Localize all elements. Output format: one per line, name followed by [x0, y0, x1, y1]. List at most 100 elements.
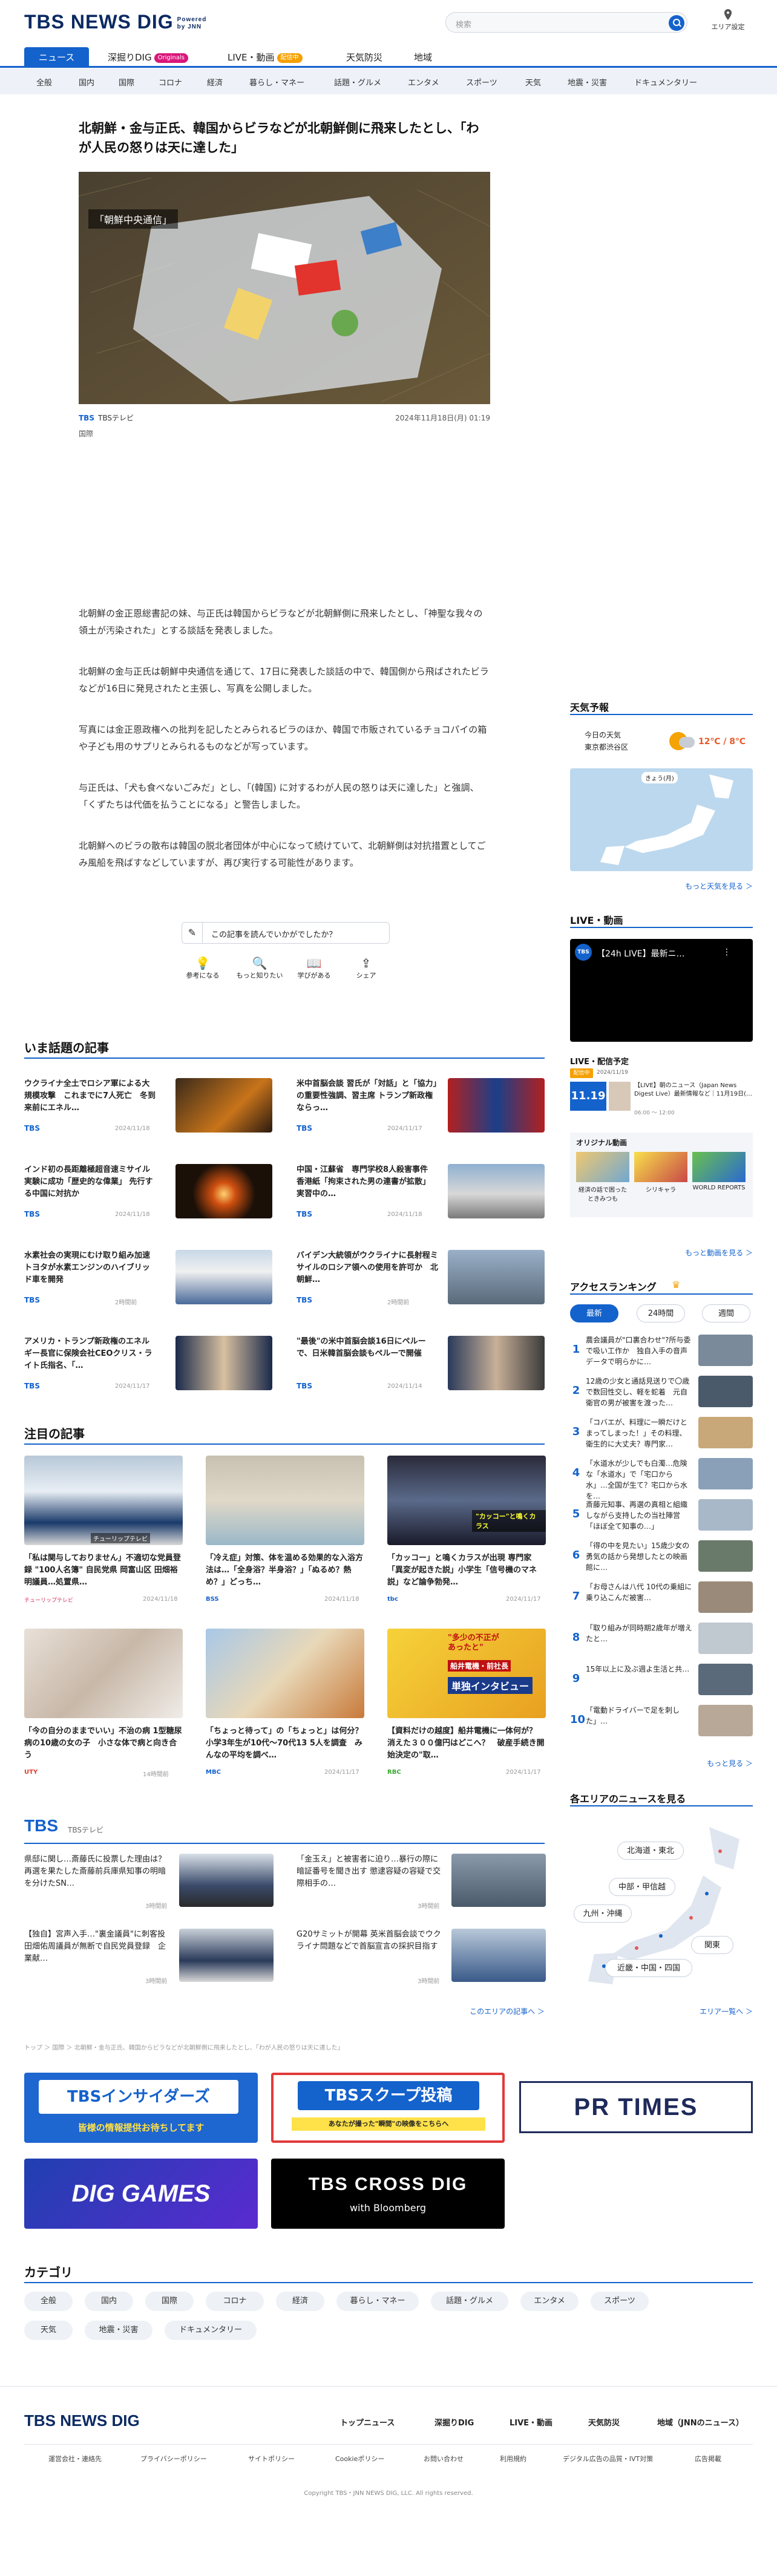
area-settings-button[interactable]: エリア設定 — [707, 8, 749, 31]
footer-sublink[interactable]: プライバシーポリシー — [140, 2454, 207, 2463]
subnav-item[interactable]: 暮らし・マネー — [249, 76, 304, 88]
original-video-item[interactable]: 経済の話で困ったときみつも — [576, 1152, 629, 1203]
footer-logo[interactable]: TBS NEWS DIG — [24, 2411, 140, 2430]
featured-item[interactable]: "カッコー"と鳴くカラス 「カッコー」と鳴くカラスが出現 専門家「異変が起きた説… — [387, 1456, 546, 1607]
prtimes-banner[interactable]: PR TIMES — [519, 2081, 753, 2133]
category-chip[interactable]: 国際 — [145, 2292, 194, 2311]
weather-more-link[interactable]: もっと天気を見る ＞ — [629, 881, 753, 891]
article-category[interactable]: 国際 — [79, 428, 93, 439]
trending-item[interactable]: アメリカ・トランプ新政権のエネルギー長官に保険会社CEOクリス・ライト氏指名、「… — [24, 1336, 278, 1394]
category-chip[interactable]: コロナ — [206, 2292, 264, 2311]
schedule-item[interactable]: 11.19 【LIVE】朝のニュース（Japan News Digest Liv… — [570, 1082, 753, 1118]
ranking-item[interactable]: 5 斎藤元知事、再選の真相と組織しながら支持したの当社陣営「ほぼ全て知事の…」 — [570, 1499, 753, 1535]
tbs-more-link[interactable]: このエリアの記事へ ＞ — [424, 2006, 545, 2016]
ranking-tab-24h[interactable]: 24時間 — [637, 1304, 685, 1322]
nav-weather[interactable]: 天気防災 — [346, 47, 382, 68]
footer-sublink[interactable]: 運営会社・連絡先 — [48, 2454, 102, 2463]
region-kyushu[interactable]: 九州・沖縄 — [574, 1904, 632, 1923]
category-chip[interactable]: ドキュメンタリー — [165, 2321, 257, 2340]
feedback-learn-button[interactable]: 📖 学びがある — [293, 956, 335, 980]
featured-item[interactable]: 「今の自分のままでいい」不治の病 1型糖尿病の10歳の女の子 小さな体で病と向き… — [24, 1629, 183, 1780]
ranking-tab-weekly[interactable]: 週間 — [702, 1304, 750, 1322]
category-chip[interactable]: 経済 — [276, 2292, 324, 2311]
feedback-useful-button[interactable]: 💡 参考になる — [182, 956, 224, 980]
crossdig-banner[interactable]: TBS CROSS DIG with Bloomberg — [271, 2159, 505, 2229]
ranking-item[interactable]: 3 「コバエが、料理に一瞬だけとまってしまった！」その料理、衛生的に大丈夫？専門家… — [570, 1417, 753, 1453]
ranking-item[interactable]: 4 「水道水が少しでも白濁…危険な「水道水」で「宅口から水」…全国が生て？宅口から… — [570, 1458, 753, 1500]
category-chip[interactable]: 国内 — [85, 2292, 133, 2311]
ranking-more-link[interactable]: もっと見る ＞ — [629, 1758, 753, 1768]
category-chip[interactable]: エンタメ — [520, 2292, 579, 2311]
ranking-item[interactable]: 8 「取り組みが同時期2歳年が増えたと… — [570, 1623, 753, 1659]
category-chip[interactable]: 話題・グルメ — [431, 2292, 508, 2311]
trending-item[interactable]: インド初の長距離極超音速ミサイル 実験に成功「歴史的な偉業」 先行する中国に対抗… — [24, 1164, 278, 1222]
nav-news[interactable]: ニュース — [24, 47, 90, 68]
footer-sublink[interactable]: デジタル広告の品質・IVT対策 — [563, 2454, 653, 2463]
ranking-item[interactable]: 9 15年以上に及ぶ週よ生活と共… — [570, 1664, 753, 1700]
category-chip[interactable]: 地震・災害 — [85, 2321, 152, 2340]
featured-item[interactable]: チューリップテレビ 「私は関与しておりません」不適切な党員登録 "100人名簿"… — [24, 1456, 183, 1607]
category-chip[interactable]: 全般 — [24, 2292, 73, 2311]
live-video-player[interactable]: TBS 【24h LIVE】最新ニ… ⋮ — [570, 939, 753, 1042]
scoop-banner[interactable]: TBSスクープ投稿 あなたが撮った"瞬間"の映像をこちらへ — [271, 2073, 505, 2143]
footer-sublink[interactable]: 広告掲載 — [695, 2454, 721, 2463]
subnav-item[interactable]: 話題・グルメ — [334, 76, 381, 88]
footer-link[interactable]: トップニュース — [340, 2416, 395, 2428]
footer-link[interactable]: 地域（JNNのニュース） — [657, 2416, 744, 2428]
areas-more-link[interactable]: エリア一覧へ ＞ — [629, 2006, 753, 2016]
category-chip[interactable]: スポーツ — [591, 2292, 649, 2311]
subnav-item[interactable]: コロナ — [159, 76, 182, 88]
ranking-tab-latest[interactable]: 最新 — [570, 1304, 618, 1322]
region-kanto[interactable]: 関東 — [691, 1936, 733, 1954]
region-kinki[interactable]: 近畿・中国・四国 — [605, 1959, 692, 1977]
feedback-more-button[interactable]: 🔍 もっと知りたい — [232, 956, 287, 980]
breadcrumb[interactable]: トップ ＞ 国際 ＞ 北朝鮮・金与正氏、韓国からビラなどが北朝鮮側に飛来したとし… — [24, 2042, 545, 2051]
site-logo[interactable]: TBS NEWS DIG Powered by JNN — [24, 11, 206, 33]
nav-live[interactable]: LIVE・動画 配信中 — [228, 47, 303, 68]
footer-sublink[interactable]: Cookieポリシー — [335, 2454, 384, 2463]
trending-item[interactable]: "最後"の米中首脳会談16日にペルーで、日米韓首脳会談もペルーで開催 TBS 2… — [297, 1336, 551, 1394]
subnav-item[interactable]: 天気 — [525, 76, 541, 88]
trending-item[interactable]: バイデン大統領がウクライナに長射程ミサイルのロシア領への使用を許可か 北朝鮮… … — [297, 1250, 551, 1308]
footer-sublink[interactable]: お問い合わせ — [424, 2454, 464, 2463]
search-icon[interactable] — [669, 15, 684, 31]
region-chubu[interactable]: 中部・甲信越 — [609, 1878, 675, 1896]
original-video-item[interactable]: WORLD REPORTS — [692, 1152, 746, 1191]
category-chip[interactable]: 暮らし・マネー — [336, 2292, 419, 2311]
tbs-item[interactable]: 「金玉え」と被害者に迫り…暴行の際に暗証番号を聞き出す 懲逮容疑の容疑で交際相手… — [297, 1854, 551, 1912]
search-input[interactable]: 検索 — [445, 12, 687, 33]
subnav-item[interactable]: エンタメ — [408, 76, 439, 88]
weather-day-tab[interactable]: きょう(月) — [641, 772, 678, 783]
footer-sublink[interactable]: 利用規約 — [500, 2454, 526, 2463]
tbs-item[interactable]: G20サミットが開幕 英米首脳会談でウクライナ問題などで首脳宣言の採択目指す 3… — [297, 1929, 551, 1987]
trending-item[interactable]: 中国・江蘇省 専門学校8人殺害事件 香港紙「拘束された男の連書が拡散」 実習中の… — [297, 1164, 551, 1222]
subnav-item[interactable]: 経済 — [207, 76, 223, 88]
article-source[interactable]: TBS TBSテレビ — [79, 413, 134, 423]
trending-item[interactable]: 米中首脳会談 習氏が「対話」と「協力」の重要性強調、習主席 トランプ新政権ならっ… — [297, 1078, 551, 1136]
footer-link[interactable]: 深掘りDIG — [434, 2416, 474, 2428]
subnav-item[interactable]: ドキュメンタリー — [634, 76, 697, 88]
featured-item[interactable]: 「ちょっと待って」の「ちょっと」は何分？ 小学3年生が10代〜70代13 5人を… — [206, 1629, 364, 1780]
footer-link[interactable]: 天気防災 — [588, 2416, 620, 2428]
nav-dig[interactable]: 深掘りDIG Originals — [108, 47, 188, 68]
subnav-item[interactable]: 国際 — [119, 76, 134, 88]
featured-item[interactable]: 「冷え症」対策、体を温める効果的な入浴方法は…「全身浴？半身浴？」「ぬるめ？熱め… — [206, 1456, 364, 1607]
insiders-banner[interactable]: TBSインサイダーズ 皆様の情報提供お待ちしてます — [24, 2073, 258, 2143]
original-video-item[interactable]: シリキャラ — [634, 1152, 687, 1194]
tbs-item[interactable]: 【独自】宮声入手…"裏金議員"に刺客投 田畑佑周議員が無断で自民党員登録 企業献… — [24, 1929, 278, 1987]
today-weather[interactable]: 今日の天気 東京都渋谷区 12℃ / 8℃ — [570, 724, 753, 765]
weather-map[interactable]: きょう(月) — [570, 768, 753, 871]
footer-link[interactable]: LIVE・動画 — [510, 2416, 552, 2428]
subnav-item[interactable]: スポーツ — [466, 76, 497, 88]
ranking-item[interactable]: 10 「電動ドライバーで足を刺した」… — [570, 1705, 753, 1741]
ranking-item[interactable]: 7 「お母さんは八代 10代の乗組に乗り込こんだ被害… — [570, 1581, 753, 1618]
trending-item[interactable]: 水素社会の実現にむけ取り組み加速 トヨタが水素エンジンのハイブリッド車を開発 T… — [24, 1250, 278, 1308]
tbs-item[interactable]: 県邸に関し…斎藤氏に投票した理由は？再選を果たした斎藤前兵庫県知事の明暗を分けた… — [24, 1854, 278, 1912]
subnav-item[interactable]: 国内 — [79, 76, 94, 88]
subnav-item[interactable]: 全般 — [36, 76, 52, 88]
category-chip[interactable]: 天気 — [24, 2321, 73, 2340]
ranking-item[interactable]: 2 12歳の少女と通話見送りで〇歳で数回性交し、軽を蛇着 元自衛官の男が被害を渡っ… — [570, 1376, 753, 1412]
ranking-item[interactable]: 1 農会議員が"口裏合わせ"?所与委で吸い工作か 独自入手の音声データで明らかに… — [570, 1335, 753, 1371]
trending-item[interactable]: ウクライナ全土でロシア軍による大規模攻撃 これまでに7人死亡 冬到来前にエネル…… — [24, 1078, 278, 1136]
footer-sublink[interactable]: サイトポリシー — [248, 2454, 295, 2463]
